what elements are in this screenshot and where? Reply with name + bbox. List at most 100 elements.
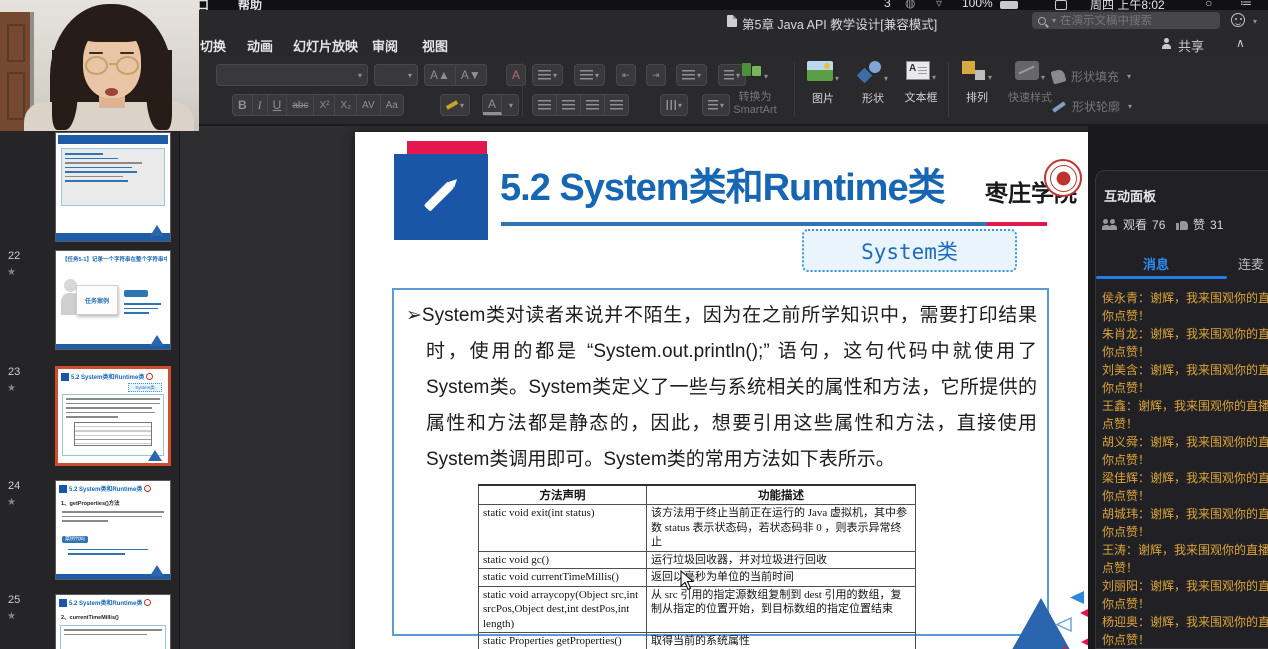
thumbnail-row[interactable]: 24 ★ 5.2 System类和Runtime类 1、getPropertie… xyxy=(0,480,180,592)
section-tag-text: System类 xyxy=(861,236,958,266)
title-blue-square xyxy=(394,154,488,240)
animation-star-icon: ★ xyxy=(7,611,16,622)
smiley-caret-icon: ▾ xyxy=(1253,17,1257,26)
tab-review[interactable]: 审阅 xyxy=(372,36,398,55)
shrink-font-button[interactable]: A▼ xyxy=(456,65,486,85)
col-method: 方法声明 xyxy=(479,485,647,505)
thumbnail-row[interactable]: 22 ★ 【任务5-1】记录一个字符串在整个字符串中出现的次数 任务案例 xyxy=(0,250,180,362)
slide-thumbnail-current[interactable]: 5.2 System类和Runtime类 System类 xyxy=(55,366,171,466)
shapes-icon xyxy=(858,61,882,81)
char-format-group: B I U abc X² X₂ AV Aa xyxy=(232,94,404,116)
insert-picture-button[interactable]: ▾ 图片 xyxy=(800,61,846,119)
table-row: static void arraycopy(Object src,int src… xyxy=(479,586,916,633)
picture-icon xyxy=(807,61,833,81)
insert-shapes-button[interactable]: ▾ 形状 xyxy=(850,61,896,119)
slide-thumbnail[interactable] xyxy=(55,132,171,242)
spotlight-icon[interactable]: ○ xyxy=(1205,0,1212,10)
search-input[interactable] xyxy=(1060,15,1200,27)
align-justify-button[interactable] xyxy=(605,95,628,115)
thumb-tag: System类 xyxy=(128,383,162,392)
convert-smartart-button[interactable]: ▾ 转换为 SmartArt xyxy=(722,61,788,119)
align-group xyxy=(532,94,629,116)
slide-thumbnail[interactable]: 5.2 System类和Runtime类 1、getProperties()方法… xyxy=(55,480,171,580)
font-color-button[interactable]: A xyxy=(483,95,502,115)
indent-button[interactable]: ⇥ xyxy=(646,64,666,86)
shapes-label: 形状 xyxy=(850,90,896,106)
tab-transitions[interactable]: 切换 xyxy=(200,36,226,55)
webcam-person-fringe xyxy=(78,16,146,42)
thumbnail-row-selected[interactable]: 23 ★ 5.2 System类和Runtime类 System类 xyxy=(0,366,180,478)
search-box[interactable]: ▾ xyxy=(1032,12,1220,29)
text-direction-button[interactable]: ▾ xyxy=(660,94,688,116)
share-person-icon xyxy=(1160,38,1174,49)
arrange-button[interactable]: ▾ 排列 xyxy=(954,61,1000,119)
outdent-button[interactable]: ⇤ xyxy=(616,64,636,86)
slides-thumbnail-panel[interactable]: 22 ★ 【任务5-1】记录一个字符串在整个字符串中出现的次数 任务案例 xyxy=(0,126,180,649)
char-spacing-button[interactable]: AV xyxy=(357,95,381,115)
underline-button[interactable]: U xyxy=(268,95,288,115)
tab-animations[interactable]: 动画 xyxy=(247,36,273,55)
webcam-person-brow xyxy=(89,52,103,54)
nav-outline-triangle-icon xyxy=(1057,618,1071,631)
slide-body-textbox[interactable]: ➢System类对读者来说并不陌生，因为在之前所学知识中，需要打印结果时，使用的… xyxy=(392,288,1049,636)
shape-outline-icon xyxy=(1052,101,1066,112)
change-case-button[interactable]: Aa xyxy=(381,95,403,115)
thumbnail-row[interactable]: 25 ★ 5.2 System类和Runtime类 2、currentTimeM… xyxy=(0,594,180,649)
slide-thumbnail[interactable]: 【任务5-1】记录一个字符串在整个字符串中出现的次数 任务案例 xyxy=(55,250,171,350)
font-size-select[interactable]: ▾ xyxy=(374,64,418,86)
shape-outline-button[interactable]: 形状轮廓 ▾ xyxy=(1052,98,1132,115)
superscript-button[interactable]: X² xyxy=(314,95,335,115)
watch-count: 76 xyxy=(1152,218,1165,232)
search-icon xyxy=(1038,17,1046,25)
strikethrough-button[interactable]: abc xyxy=(287,95,314,115)
thumbs-up-icon xyxy=(1176,219,1188,230)
menu-help[interactable]: 帮助 xyxy=(238,0,262,10)
feedback-smiley-icon[interactable] xyxy=(1231,13,1245,27)
font-color-group: A ▾ xyxy=(482,94,519,116)
thumb-title: 【任务5-1】记录一个字符串在整个字符串中出现的次数 xyxy=(62,255,167,263)
chat-message: 朱肖龙：谢辉，我来围观你的直播啦，给你点赞！ xyxy=(1102,325,1268,361)
shape-fill-button[interactable]: 形状填充 ▾ xyxy=(1052,68,1131,85)
insert-textbox-button[interactable]: ▾ 文本框 xyxy=(898,61,944,119)
quick-styles-button[interactable]: ▾ 快速样式 xyxy=(1002,61,1058,119)
chat-message: 刘美含：谢辉，我来围观你的直播啦，给你点赞！ xyxy=(1102,361,1268,397)
thumbnail-row[interactable] xyxy=(0,132,180,244)
control-center-icon[interactable]: ≔ xyxy=(1240,0,1252,10)
numbering-button[interactable]: ▾ xyxy=(574,64,605,86)
screen: 窗口 帮助 3 ◍ ▿ 100% 周四 上午8:02 ○ ≔ 第5章 Java … xyxy=(0,0,1268,649)
slide-number: 22 xyxy=(8,250,20,262)
chat-message: 王涛：谢辉，我来围观你的直播啦，给你点赞！ xyxy=(1102,541,1268,577)
line-spacing-button[interactable]: ▾ xyxy=(676,64,707,86)
textbox-label: 文本框 xyxy=(898,89,944,105)
highlight-button[interactable]: ▾ xyxy=(441,95,469,115)
ribbon-separator xyxy=(794,63,795,117)
slide-number: 23 xyxy=(8,366,20,378)
tab-messages[interactable]: 消息 xyxy=(1143,254,1169,273)
chat-message-list[interactable]: 侯永青：谢辉，我来围观你的直播啦，给你点赞！ 朱肖龙：谢辉，我来围观你的直播啦，… xyxy=(1102,289,1268,649)
collapse-ribbon-icon[interactable]: ∧ xyxy=(1236,36,1245,50)
section-tag-box: System类 xyxy=(802,229,1017,272)
bullets-button[interactable]: ▾ xyxy=(532,64,563,86)
font-resize-group: A▲ A▼ xyxy=(424,64,487,86)
tab-slideshow[interactable]: 幻灯片放映 xyxy=(293,36,358,55)
table-row: static Properties getProperties()取得当前的系统… xyxy=(479,633,916,649)
bold-button[interactable]: B xyxy=(233,95,253,115)
subscript-button[interactable]: X₂ xyxy=(335,95,357,115)
current-slide[interactable]: 5.2 System类和Runtime类 枣庄学院 System类 ➢Syste… xyxy=(355,132,1095,649)
school-seal-logo xyxy=(1044,159,1082,197)
webcam-video[interactable] xyxy=(0,0,199,131)
align-center-button[interactable] xyxy=(557,95,581,115)
animation-star-icon: ★ xyxy=(7,267,16,278)
grow-font-button[interactable]: A▲ xyxy=(425,65,456,85)
share-button[interactable]: 共享 xyxy=(1178,36,1204,55)
font-name-select[interactable]: ▾ xyxy=(216,64,368,86)
align-right-button[interactable] xyxy=(581,95,605,115)
slide-thumbnail[interactable]: 5.2 System类和Runtime类 2、currentTimeMillis… xyxy=(55,594,171,649)
italic-button[interactable]: I xyxy=(253,95,268,115)
tab-voice-connect[interactable]: 连麦 xyxy=(1238,254,1264,273)
title-red-bar xyxy=(407,141,487,154)
slide-body-text: ➢System类对读者来说并不陌生，因为在之前所学知识中，需要打印结果时，使用的… xyxy=(394,290,1047,478)
tab-view[interactable]: 视图 xyxy=(422,36,448,55)
thumb-subtitle: 2、currentTimeMillis() xyxy=(61,613,165,621)
align-left-button[interactable] xyxy=(533,95,557,115)
